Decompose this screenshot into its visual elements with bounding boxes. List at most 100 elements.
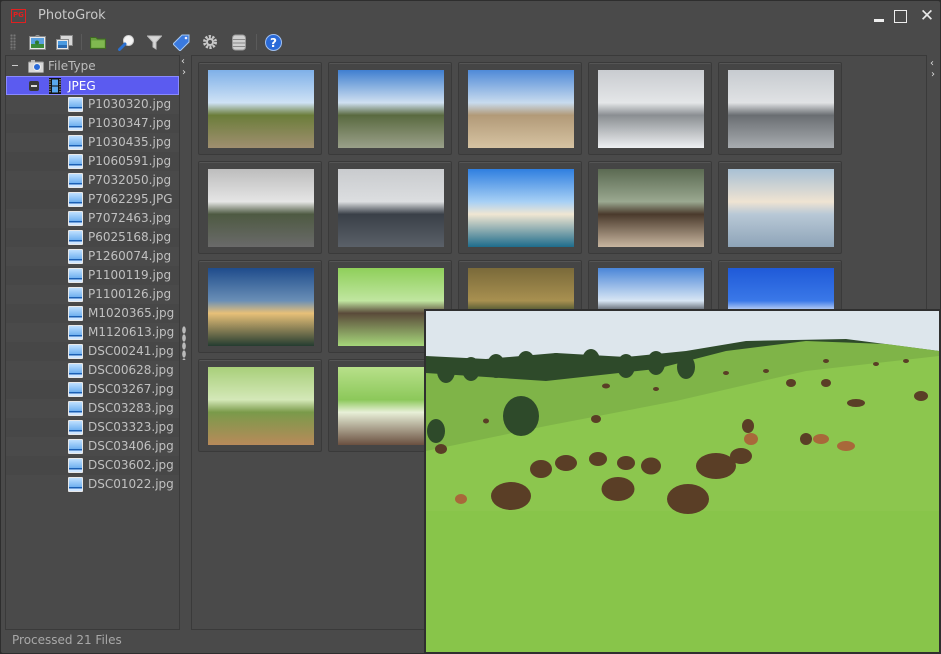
tree-file-item[interactable]: DSC03323.jpg bbox=[6, 418, 179, 437]
tree-file-item[interactable]: DSC01022.jpg bbox=[6, 475, 179, 494]
gear-icon bbox=[203, 35, 217, 49]
preview-tree bbox=[547, 353, 565, 377]
thumbnail-image bbox=[468, 169, 574, 247]
tree-file-item[interactable]: DSC00628.jpg bbox=[6, 361, 179, 380]
thumbnail[interactable] bbox=[328, 62, 452, 155]
tree-file-item[interactable]: P1260074.jpg bbox=[6, 247, 179, 266]
preview-tree bbox=[487, 354, 505, 378]
search-button[interactable] bbox=[116, 32, 136, 52]
thumbnail[interactable] bbox=[198, 359, 322, 452]
image-file-icon bbox=[68, 420, 83, 435]
preview-bison bbox=[602, 383, 610, 389]
tree-file-item[interactable]: P7072463.jpg bbox=[6, 209, 179, 228]
folder-icon bbox=[90, 37, 106, 49]
thumbnail[interactable] bbox=[458, 62, 582, 155]
image-file-icon bbox=[68, 363, 83, 378]
settings-button[interactable] bbox=[200, 32, 220, 52]
preview-bison bbox=[873, 362, 879, 366]
tree-file-item[interactable]: DSC03406.jpg bbox=[6, 437, 179, 456]
open-image-button[interactable] bbox=[27, 32, 47, 52]
tree-file-item[interactable]: P6025168.jpg bbox=[6, 228, 179, 247]
database-button[interactable] bbox=[229, 32, 249, 52]
thumbnail[interactable] bbox=[458, 161, 582, 254]
tree-file-item[interactable]: P1100119.jpg bbox=[6, 266, 179, 285]
image-file-icon bbox=[68, 230, 83, 245]
file-name: P1100119.jpg bbox=[88, 268, 172, 282]
tree-file-item[interactable]: M1120613.jpg bbox=[6, 323, 179, 342]
preview-bison bbox=[589, 452, 607, 466]
thumbnail[interactable] bbox=[588, 62, 712, 155]
thumbnail[interactable] bbox=[718, 62, 842, 155]
file-name: P1030347.jpg bbox=[88, 116, 172, 130]
tree-file-item[interactable]: P1060591.jpg bbox=[6, 152, 179, 171]
minimize-button[interactable] bbox=[871, 7, 889, 25]
collapse-left-icon[interactable]: ‹ bbox=[930, 59, 934, 69]
preview-bison bbox=[903, 359, 909, 363]
tree-file-item[interactable]: P1030435.jpg bbox=[6, 133, 179, 152]
open-multiple-button[interactable] bbox=[54, 32, 74, 52]
window-title: PhotoGrok bbox=[38, 8, 106, 23]
preview-bison bbox=[601, 477, 635, 501]
tree-file-item[interactable]: P7062295.JPG bbox=[6, 190, 179, 209]
tree-file-item[interactable]: P1030347.jpg bbox=[6, 114, 179, 133]
tree-file-item[interactable]: P1030320.jpg bbox=[6, 95, 179, 114]
splitter-handle[interactable] bbox=[182, 326, 186, 360]
expand-right-icon[interactable]: › bbox=[182, 68, 186, 78]
svg-text:?: ? bbox=[270, 36, 277, 50]
open-folder-button[interactable] bbox=[88, 32, 108, 52]
image-preview[interactable] bbox=[424, 309, 941, 654]
tree-node-jpeg[interactable]: JPEG bbox=[6, 76, 179, 95]
thumbnail[interactable] bbox=[198, 161, 322, 254]
image-file-icon bbox=[68, 192, 83, 207]
preview-tree bbox=[503, 396, 539, 436]
file-name: P6025168.jpg bbox=[88, 230, 172, 244]
preview-bison bbox=[641, 457, 661, 475]
toolbar: ? bbox=[1, 31, 940, 53]
tree-node-filetype[interactable]: FileType bbox=[6, 57, 179, 76]
image-file-icon bbox=[68, 173, 83, 188]
tree-node-label: JPEG bbox=[68, 79, 96, 93]
maximize-button[interactable] bbox=[892, 7, 910, 25]
image-file-icon bbox=[68, 154, 83, 169]
database-icon bbox=[232, 34, 246, 50]
tree-file-item[interactable]: P1100126.jpg bbox=[6, 285, 179, 304]
collapse-icon[interactable] bbox=[29, 81, 39, 91]
camera-icon bbox=[28, 60, 44, 73]
file-name: M1120613.jpg bbox=[88, 325, 175, 339]
preview-bison bbox=[667, 484, 709, 514]
magnifier-icon bbox=[117, 34, 134, 51]
tree-file-item[interactable]: DSC03283.jpg bbox=[6, 399, 179, 418]
file-name: DSC03267.jpg bbox=[88, 382, 174, 396]
thumbnail[interactable] bbox=[198, 260, 322, 353]
collapse-icon[interactable] bbox=[10, 61, 20, 71]
filter-button[interactable] bbox=[144, 32, 164, 52]
thumbnail-image bbox=[598, 169, 704, 247]
thumbnail[interactable] bbox=[718, 161, 842, 254]
toolbar-separator bbox=[81, 34, 82, 50]
preview-bison bbox=[617, 456, 635, 470]
image-file-icon bbox=[68, 458, 83, 473]
thumbnail[interactable] bbox=[588, 161, 712, 254]
preview-bison bbox=[742, 419, 754, 433]
tree-file-item[interactable]: DSC03267.jpg bbox=[6, 380, 179, 399]
preview-bison-calf bbox=[837, 441, 855, 451]
preview-bison bbox=[555, 455, 577, 471]
close-button[interactable]: ✕ bbox=[918, 7, 936, 25]
thumbnail-image bbox=[338, 70, 444, 148]
collapse-left-icon[interactable]: ‹ bbox=[181, 57, 185, 67]
tree-file-item[interactable]: M1020365.jpg bbox=[6, 304, 179, 323]
tree-file-item[interactable]: DSC00241.jpg bbox=[6, 342, 179, 361]
tag-button[interactable] bbox=[171, 32, 191, 52]
toolbar-grip[interactable] bbox=[10, 34, 16, 50]
preview-bison bbox=[653, 387, 659, 391]
tree-file-item[interactable]: P7032050.jpg bbox=[6, 171, 179, 190]
file-name: P1260074.jpg bbox=[88, 249, 172, 263]
help-button[interactable]: ? bbox=[263, 32, 283, 52]
image-file-icon bbox=[68, 439, 83, 454]
preview-bison bbox=[786, 379, 796, 387]
thumbnail[interactable] bbox=[198, 62, 322, 155]
tree-file-item[interactable]: DSC03602.jpg bbox=[6, 456, 179, 475]
thumbnail[interactable] bbox=[328, 161, 452, 254]
expand-right-icon[interactable]: › bbox=[931, 70, 935, 80]
preview-bison bbox=[763, 369, 769, 373]
